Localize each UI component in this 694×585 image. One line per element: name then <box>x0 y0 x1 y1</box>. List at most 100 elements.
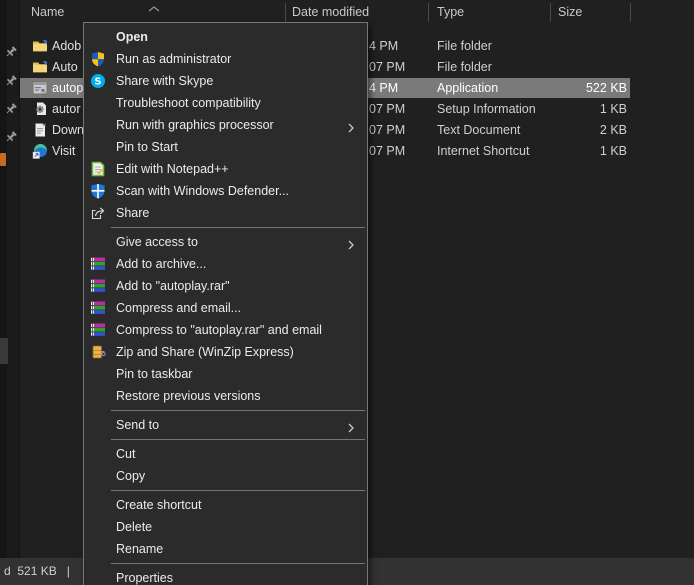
menu-separator <box>111 490 365 491</box>
menu-item-compress-to-autoplay-rar-and-email[interactable]: Compress to "autoplay.rar" and email <box>84 319 367 341</box>
menu-item-label: Share with Skype <box>116 74 214 88</box>
winrar-icon <box>90 322 106 338</box>
column-header-size[interactable]: Size <box>558 5 582 19</box>
file-name: Down <box>52 123 84 137</box>
menu-separator <box>111 563 365 564</box>
menu-item-add-to-autoplay-rar[interactable]: Add to "autoplay.rar" <box>84 275 367 297</box>
menu-item-troubleshoot-compatibility[interactable]: Troubleshoot compatibility <box>84 92 367 114</box>
menu-item-label: Delete <box>116 520 153 534</box>
menu-item-label: Restore previous versions <box>116 389 261 403</box>
text-document-icon <box>32 122 48 138</box>
menu-item-label: Scan with Windows Defender... <box>116 184 289 198</box>
submenu-chevron-icon <box>347 236 357 250</box>
edge-shortcut-icon <box>32 143 48 159</box>
menu-item-label: Share <box>116 206 150 220</box>
file-type: Setup Information <box>437 102 536 116</box>
menu-item-label: Cut <box>116 447 136 461</box>
defender-shield-icon <box>90 183 106 199</box>
file-size: 1 KB <box>599 144 627 158</box>
share-icon <box>90 205 106 221</box>
file-name: Auto <box>52 60 78 74</box>
menu-item-add-to-archive[interactable]: Add to archive... <box>84 253 367 275</box>
menu-item-open[interactable]: Open <box>84 26 367 48</box>
menu-item-properties[interactable]: Properties <box>84 567 367 585</box>
file-name: autor <box>52 102 81 116</box>
column-header-type[interactable]: Type <box>437 5 464 19</box>
file-name: Visit <box>52 144 76 158</box>
menu-item-label: Pin to taskbar <box>116 367 193 381</box>
menu-item-delete[interactable]: Delete <box>84 516 367 538</box>
file-name: Adob <box>52 39 82 53</box>
file-date: 07 PM <box>369 102 406 116</box>
file-date: 07 PM <box>369 60 406 74</box>
menu-item-label: Compress and email... <box>116 301 242 315</box>
menu-item-label: Pin to Start <box>116 140 178 154</box>
winrar-icon <box>90 256 106 272</box>
file-type: File folder <box>437 60 492 74</box>
menu-item-label: Rename <box>116 542 164 556</box>
skype-icon: S <box>90 73 106 89</box>
menu-item-label: Run as administrator <box>116 52 232 66</box>
menu-item-edit-with-notepad-plus-plus[interactable]: Edit with Notepad++ <box>84 158 367 180</box>
menu-item-cut[interactable]: Cut <box>84 443 367 465</box>
file-size: 2 KB <box>599 123 627 137</box>
column-divider[interactable] <box>428 3 429 22</box>
uac-shield-icon <box>90 51 106 67</box>
pin-icon <box>4 45 18 59</box>
column-divider[interactable] <box>630 3 631 22</box>
menu-item-scan-with-windows-defender[interactable]: Scan with Windows Defender... <box>84 180 367 202</box>
sort-ascending-icon[interactable] <box>147 0 161 12</box>
menu-item-share[interactable]: Share <box>84 202 367 224</box>
nav-scrollbar-thumb[interactable] <box>0 338 8 364</box>
menu-item-label: Zip and Share (WinZip Express) <box>116 345 294 359</box>
menu-item-run-as-administrator[interactable]: Run as administrator <box>84 48 367 70</box>
menu-item-zip-and-share-winzip[interactable]: Zip and Share (WinZip Express) <box>84 341 367 363</box>
navigation-pane-edge <box>0 0 19 558</box>
application-icon <box>32 80 48 96</box>
menu-separator <box>111 439 365 440</box>
menu-item-give-access-to[interactable]: Give access to <box>84 231 367 253</box>
clipped-nav-icon <box>0 153 6 166</box>
menu-item-pin-to-start[interactable]: Pin to Start <box>84 136 367 158</box>
menu-item-pin-to-taskbar[interactable]: Pin to taskbar <box>84 363 367 385</box>
menu-item-restore-previous-versions[interactable]: Restore previous versions <box>84 385 367 407</box>
menu-item-send-to[interactable]: Send to <box>84 414 367 436</box>
file-size: 1 KB <box>599 102 627 116</box>
file-date: 07 PM <box>369 123 406 137</box>
menu-item-create-shortcut[interactable]: Create shortcut <box>84 494 367 516</box>
menu-item-label: Troubleshoot compatibility <box>116 96 261 110</box>
file-size: 522 KB <box>585 81 627 95</box>
menu-item-compress-and-email[interactable]: Compress and email... <box>84 297 367 319</box>
submenu-chevron-icon <box>347 419 357 433</box>
pin-icon <box>4 130 18 144</box>
menu-item-label: Create shortcut <box>116 498 202 512</box>
setup-information-icon <box>32 101 48 117</box>
winrar-icon <box>90 300 106 316</box>
menu-item-label: Edit with Notepad++ <box>116 162 229 176</box>
column-header-date-modified[interactable]: Date modified <box>292 5 369 19</box>
file-explorer-window: Name Date modified Type Size Adob 4 PM F… <box>0 0 694 585</box>
menu-item-label: Run with graphics processor <box>116 118 274 132</box>
winzip-icon <box>90 344 106 360</box>
file-name: autop <box>52 81 84 95</box>
file-date: 07 PM <box>369 144 406 158</box>
file-date: 4 PM <box>369 81 399 95</box>
pin-icon <box>4 102 18 116</box>
menu-item-label: Give access to <box>116 235 198 249</box>
file-type: Text Document <box>437 123 521 137</box>
file-type: Internet Shortcut <box>437 144 530 158</box>
svg-text:S: S <box>94 77 101 88</box>
column-divider[interactable] <box>285 3 286 22</box>
context-menu: Open Run as administrator S Share with S… <box>83 22 368 585</box>
menu-item-label: Add to "autoplay.rar" <box>116 279 230 293</box>
winrar-icon <box>90 278 106 294</box>
submenu-chevron-icon <box>347 119 357 133</box>
file-type: Application <box>437 81 499 95</box>
menu-item-run-with-graphics-processor[interactable]: Run with graphics processor <box>84 114 367 136</box>
menu-item-copy[interactable]: Copy <box>84 465 367 487</box>
menu-item-rename[interactable]: Rename <box>84 538 367 560</box>
folder-icon <box>32 59 48 75</box>
column-divider[interactable] <box>550 3 551 22</box>
menu-item-share-with-skype[interactable]: S Share with Skype <box>84 70 367 92</box>
column-header-name[interactable]: Name <box>31 5 64 19</box>
